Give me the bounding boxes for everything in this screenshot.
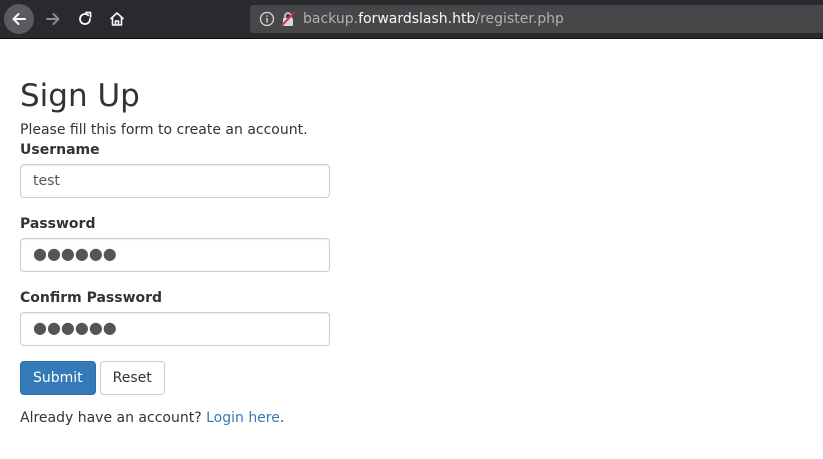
insecure-lock-icon[interactable] bbox=[280, 11, 296, 31]
arrow-right-icon bbox=[45, 11, 61, 27]
password-input[interactable]: ●●●●●● bbox=[20, 238, 330, 272]
home-button[interactable] bbox=[102, 4, 132, 34]
submit-button[interactable]: Submit bbox=[20, 361, 96, 395]
url-host: forwardslash.htb bbox=[358, 11, 476, 27]
reload-button[interactable] bbox=[70, 4, 100, 34]
form-buttons: Submit Reset bbox=[20, 361, 520, 395]
login-prompt-suffix: . bbox=[279, 410, 285, 426]
url-path: /register.php bbox=[475, 11, 564, 27]
page-title: Sign Up bbox=[20, 78, 140, 114]
signup-form: Sign Up Please fill this form to create … bbox=[20, 78, 520, 442]
browser-toolbar: backup.forwardslash.htb/register.php bbox=[0, 0, 823, 39]
password-label: Password bbox=[20, 216, 96, 232]
url-bar[interactable]: backup.forwardslash.htb/register.php bbox=[250, 5, 823, 33]
url-text[interactable]: backup.forwardslash.htb/register.php bbox=[303, 11, 564, 27]
arrow-left-icon bbox=[11, 11, 27, 27]
username-label: Username bbox=[20, 142, 100, 158]
login-link[interactable]: Login here bbox=[206, 410, 280, 426]
home-icon bbox=[109, 11, 125, 27]
username-input[interactable]: test bbox=[20, 164, 330, 198]
username-group: Username test bbox=[20, 141, 520, 198]
login-prompt-text: Already have an account? bbox=[20, 410, 207, 426]
page-subtitle: Please fill this form to create an accou… bbox=[20, 122, 308, 138]
confirm-password-input[interactable]: ●●●●●● bbox=[20, 312, 330, 346]
forward-button[interactable] bbox=[38, 4, 68, 34]
reset-button[interactable]: Reset bbox=[99, 361, 165, 395]
url-host-prefix: backup. bbox=[303, 11, 359, 27]
back-button[interactable] bbox=[4, 4, 34, 34]
reload-icon bbox=[77, 11, 93, 27]
password-group: Password ●●●●●● bbox=[20, 215, 520, 272]
info-icon[interactable] bbox=[259, 11, 275, 31]
confirm-password-label: Confirm Password bbox=[20, 290, 163, 306]
confirm-password-group: Confirm Password ●●●●●● bbox=[20, 289, 520, 346]
login-prompt: Already have an account? Login here. bbox=[20, 408, 520, 428]
